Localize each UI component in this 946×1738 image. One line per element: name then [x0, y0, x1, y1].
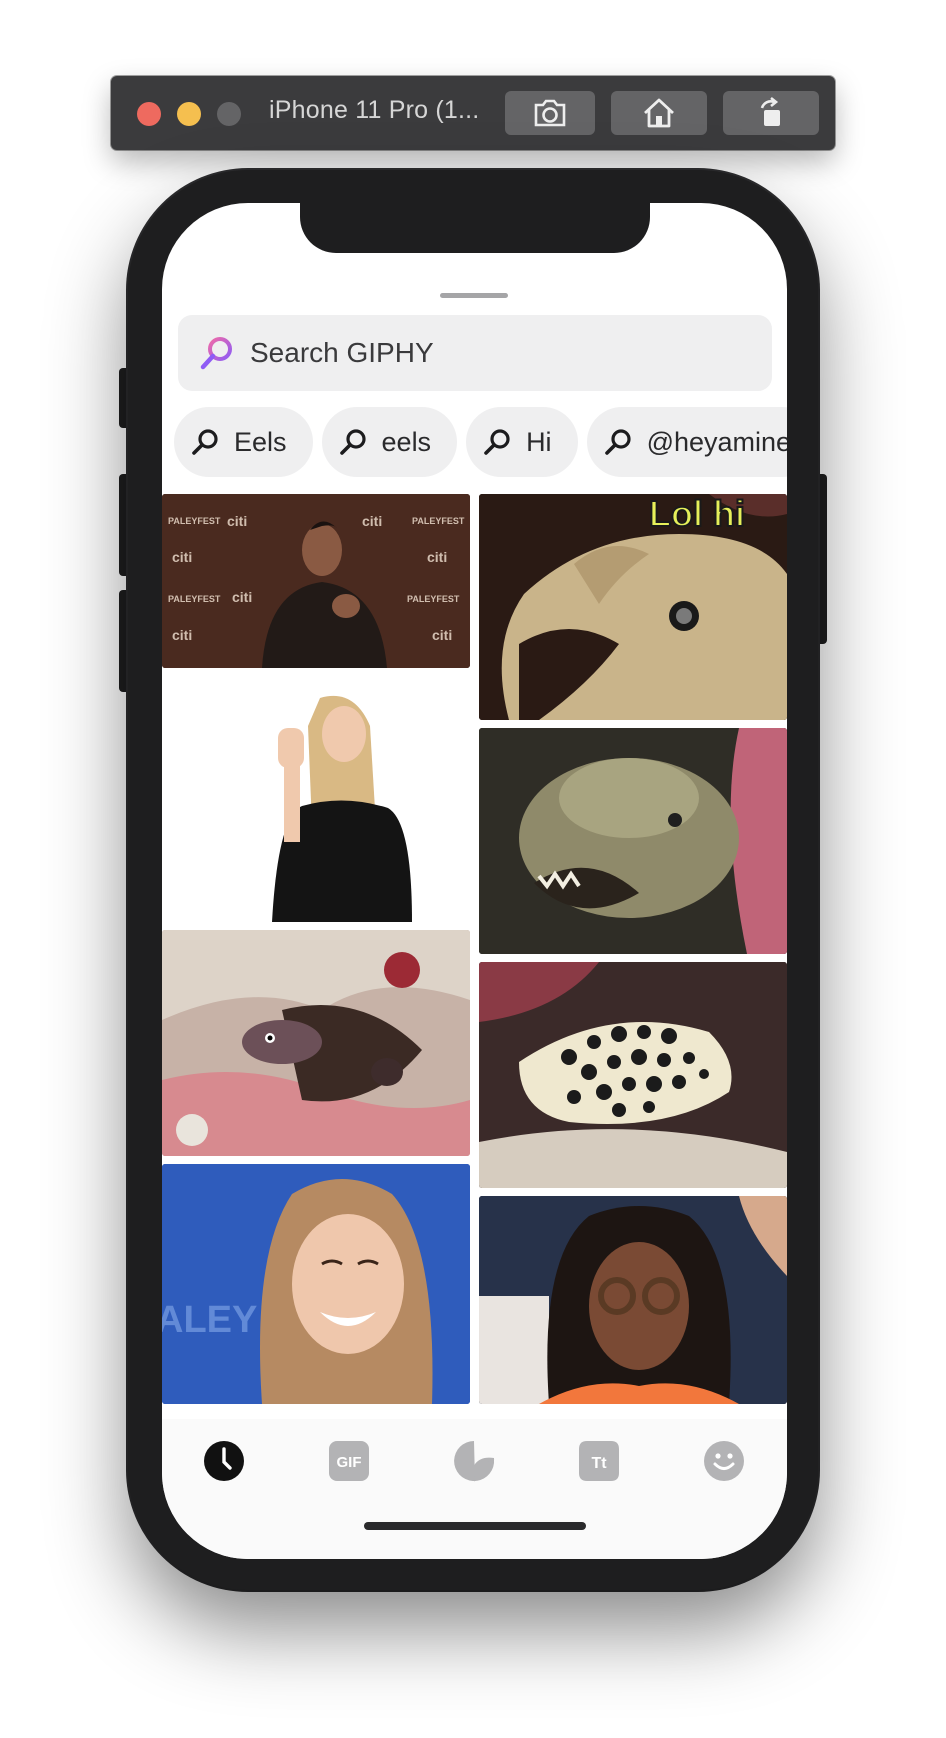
gif-icon: GIF — [329, 1441, 369, 1481]
backdrop-text: citi — [227, 513, 247, 529]
backdrop-text: citi — [427, 549, 447, 565]
simulator-toolbar: iPhone 11 Pro (1... — [111, 76, 835, 150]
tab-text[interactable]: Tt — [577, 1439, 621, 1483]
tab-stickers[interactable] — [452, 1439, 496, 1483]
backdrop-text: citi — [362, 513, 382, 529]
gif-image: Lol hi — [479, 494, 787, 720]
recent-search-chip[interactable]: Hi — [466, 407, 578, 477]
gif-tab-label: GIF — [337, 1454, 362, 1471]
close-window-button[interactable] — [137, 102, 161, 126]
backdrop-text: citi — [172, 627, 192, 643]
gif-image — [162, 676, 470, 922]
search-placeholder: Search GIPHY — [250, 337, 434, 368]
search-icon — [482, 425, 516, 459]
recent-search-chip[interactable]: Eels — [174, 407, 313, 477]
sheet-grabber[interactable] — [440, 293, 508, 298]
gif-image — [479, 1196, 787, 1404]
rotate-button[interactable] — [723, 91, 819, 135]
clock-icon — [204, 1441, 244, 1481]
emoji-icon — [704, 1441, 744, 1481]
home-icon — [644, 98, 674, 128]
gif-image: ALEY — [162, 1164, 470, 1404]
chip-label: @heyamine — [646, 426, 787, 457]
gif-thumbnail[interactable]: citi citi citi citi citi citi citi PALEY… — [162, 494, 470, 668]
backdrop-text: PALEYFEST — [412, 516, 465, 526]
backdrop-text: citi — [432, 627, 452, 643]
phone-screen: Search GIPHY Eels eels Hi @heyamine citi… — [162, 203, 787, 1559]
gif-thumbnail[interactable]: Lol hi — [479, 494, 787, 720]
tab-emoji[interactable] — [702, 1439, 746, 1483]
chip-label: eels — [381, 426, 432, 457]
tab-recents[interactable] — [202, 1439, 246, 1483]
search-icon — [190, 425, 224, 459]
tab-gifs[interactable]: GIF — [327, 1439, 371, 1483]
backdrop-text: PALEYFEST — [168, 594, 221, 604]
content-type-tabbar: GIF Tt — [162, 1419, 787, 1559]
home-indicator[interactable] — [364, 1522, 586, 1530]
notch — [300, 203, 650, 253]
text-icon: Tt — [579, 1441, 619, 1481]
backdrop-text: citi — [172, 549, 192, 565]
minimize-window-button[interactable] — [177, 102, 201, 126]
screenshot-button[interactable] — [505, 91, 595, 135]
text-tab-label: Tt — [591, 1455, 607, 1472]
gif-image — [479, 962, 787, 1188]
recent-search-chip[interactable]: eels — [321, 407, 458, 477]
recent-searches: Eels eels Hi @heyamine — [174, 407, 787, 477]
search-icon — [338, 425, 372, 459]
gif-image — [162, 930, 470, 1156]
sticker-icon — [454, 1441, 495, 1482]
chip-label: Hi — [526, 426, 552, 457]
backdrop-text: PALEYFEST — [407, 594, 460, 604]
gif-image: citi citi citi citi citi citi citi PALEY… — [162, 494, 470, 668]
gif-thumbnail[interactable] — [479, 728, 787, 954]
gif-thumbnail[interactable] — [479, 962, 787, 1188]
zoom-window-button[interactable] — [217, 102, 241, 126]
chip-label: Eels — [234, 426, 287, 457]
search-icon — [603, 425, 637, 459]
gif-thumbnail[interactable] — [162, 676, 470, 922]
recent-search-chip[interactable]: @heyamine — [586, 407, 787, 477]
home-button[interactable] — [611, 91, 707, 135]
backdrop-text: PALEYFEST — [168, 516, 221, 526]
search-input[interactable]: Search GIPHY — [178, 315, 772, 391]
gif-image — [479, 728, 787, 954]
backdrop-text: ALEY — [162, 1299, 257, 1341]
gif-overlay-text: Lol hi — [649, 494, 745, 534]
gif-thumbnail[interactable] — [479, 1196, 787, 1404]
screenshot-icon — [534, 99, 566, 127]
simulator-title: iPhone 11 Pro (1... — [269, 96, 480, 124]
backdrop-text: citi — [232, 589, 252, 605]
gif-thumbnail[interactable]: ALEY — [162, 1164, 470, 1404]
rotate-icon — [760, 96, 780, 126]
search-icon — [198, 333, 238, 373]
gif-thumbnail[interactable] — [162, 930, 470, 1156]
